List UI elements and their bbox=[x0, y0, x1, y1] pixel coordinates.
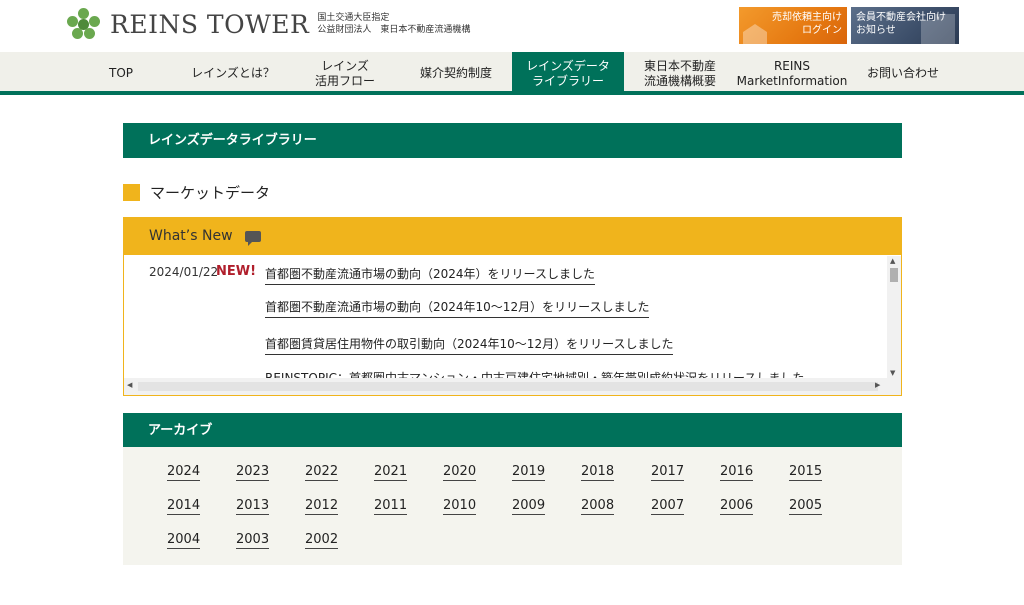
archive-year-2021[interactable]: 2021 bbox=[374, 464, 408, 481]
square-marker-icon bbox=[123, 184, 140, 201]
scroll-left-arrow-icon[interactable]: ◀ bbox=[127, 381, 132, 389]
nav-contact-label: お問い合わせ bbox=[866, 66, 939, 80]
global-nav: TOP レインズとは？ レインズ 活用フロー 媒介契約制度 レインズデータ ライブラ… bbox=[0, 52, 1024, 95]
archive-heading: アーカイブ bbox=[123, 413, 902, 448]
nav-data-library-line1: レインズデータ bbox=[526, 58, 610, 73]
archive-year-2013[interactable]: 2013 bbox=[236, 498, 270, 515]
nav-brokerage-contract[interactable]: 媒介契約制度 bbox=[406, 52, 506, 95]
seller-login-button[interactable]: 売却依頼主向け ログイン bbox=[739, 7, 847, 44]
new-badge: NEW! bbox=[216, 264, 257, 279]
archive-year-2014[interactable]: 2014 bbox=[167, 498, 201, 515]
nav-organization-overview-line2: 流通機構概要 bbox=[643, 73, 716, 88]
archive-year-2002[interactable]: 2002 bbox=[305, 532, 339, 549]
nav-about-reins-label: レインズとは？ bbox=[191, 66, 275, 80]
archive-year-2011[interactable]: 2011 bbox=[374, 498, 408, 515]
seller-login-line1: 売却依頼主向け bbox=[772, 12, 842, 23]
nav-about-reins[interactable]: レインズとは？ bbox=[180, 52, 286, 95]
house-illustration-icon bbox=[743, 24, 767, 44]
archive-year-2007[interactable]: 2007 bbox=[651, 498, 685, 515]
scroll-right-arrow-icon[interactable]: ▶ bbox=[875, 381, 880, 389]
archive-year-2004[interactable]: 2004 bbox=[167, 532, 201, 549]
archive-year-2015[interactable]: 2015 bbox=[789, 464, 823, 481]
whats-new-panel: What’s New 2024/01/22 NEW! 首都圏不動産流通市場の動向… bbox=[123, 217, 902, 396]
archive-year-2016[interactable]: 2016 bbox=[720, 464, 754, 481]
member-notice-line2: お知らせ bbox=[856, 25, 896, 36]
seller-login-line2: ログイン bbox=[802, 25, 842, 36]
archive-year-2020[interactable]: 2020 bbox=[443, 464, 477, 481]
news-link-reins-topic[interactable]: REINSTOPIC：首都圏中古マンション・中古戸建住宅地域別・築年帯別成約状況… bbox=[265, 369, 804, 378]
nav-organization-overview-line1: 東日本不動産 bbox=[643, 58, 716, 73]
member-notice-line1: 会員不動産会社向け bbox=[856, 12, 946, 23]
nav-top-label: TOP bbox=[108, 66, 133, 80]
site-header: REINS TOWER 国土交通大臣指定 公益財団法人 東日本不動産流通機構 売… bbox=[0, 0, 1024, 52]
archive-year-2019[interactable]: 2019 bbox=[512, 464, 546, 481]
news-link-rental-2024-q4[interactable]: 首都圏賃貸居住用物件の取引動向（2024年10～12月）をリリースしました bbox=[265, 335, 674, 355]
news-list[interactable]: 2024/01/22 NEW! 首都圏不動産流通市場の動向（2024年）をリリー… bbox=[124, 256, 887, 378]
nav-top[interactable]: TOP bbox=[94, 52, 148, 95]
organization-name: 国土交通大臣指定 公益財団法人 東日本不動産流通機構 bbox=[317, 12, 470, 36]
archive-year-2023[interactable]: 2023 bbox=[236, 464, 270, 481]
organization-sub-line1: 国土交通大臣指定 bbox=[317, 13, 390, 23]
site-name: REINS TOWER bbox=[110, 9, 310, 39]
member-notice-button[interactable]: 会員不動産会社向け お知らせ bbox=[851, 7, 959, 44]
nav-data-library[interactable]: レインズデータ ライブラリー bbox=[512, 52, 624, 95]
site-logo[interactable]: REINS TOWER 国土交通大臣指定 公益財団法人 東日本不動産流通機構 bbox=[64, 8, 470, 40]
logo-mark-icon bbox=[64, 8, 104, 40]
nav-market-information-line1: REINS bbox=[773, 58, 811, 73]
archive-year-list: 2024 2023 2022 2021 2020 2019 2018 2017 … bbox=[123, 447, 902, 565]
nav-market-information-line2: MarketInformation bbox=[736, 73, 848, 88]
whats-new-header: What’s New bbox=[124, 218, 901, 255]
organization-sub-line2: 公益財団法人 東日本不動産流通機構 bbox=[317, 25, 471, 35]
nav-usage-flow-line1: レインズ bbox=[321, 58, 369, 73]
archive-year-2024[interactable]: 2024 bbox=[167, 464, 201, 481]
news-horizontal-scrollbar[interactable]: ◀ ▶ bbox=[124, 378, 901, 395]
archive-year-2003[interactable]: 2003 bbox=[236, 532, 270, 549]
archive-year-2009[interactable]: 2009 bbox=[512, 498, 546, 515]
news-vertical-scrollbar[interactable]: ▲ ▼ bbox=[887, 256, 901, 378]
archive-year-2017[interactable]: 2017 bbox=[651, 464, 685, 481]
news-vertical-scroll-thumb[interactable] bbox=[890, 268, 898, 282]
nav-market-information[interactable]: REINS MarketInformation bbox=[734, 52, 850, 95]
archive-year-2006[interactable]: 2006 bbox=[720, 498, 754, 515]
news-link-market-2024-q4[interactable]: 首都圏不動産流通市場の動向（2024年10～12月）をリリースしました bbox=[265, 298, 650, 318]
archive-year-2010[interactable]: 2010 bbox=[443, 498, 477, 515]
scroll-down-arrow-icon[interactable]: ▼ bbox=[890, 369, 895, 377]
nav-contact[interactable]: お問い合わせ bbox=[856, 52, 950, 95]
nav-brokerage-contract-label: 媒介契約制度 bbox=[419, 66, 492, 80]
news-date: 2024/01/22 bbox=[149, 265, 219, 279]
archive-year-2018[interactable]: 2018 bbox=[581, 464, 615, 481]
nav-usage-flow[interactable]: レインズ 活用フロー bbox=[300, 52, 390, 95]
section-title-text: マーケットデータ bbox=[150, 184, 271, 202]
section-title-market-data: マーケットデータ bbox=[123, 182, 270, 203]
scroll-up-arrow-icon[interactable]: ▲ bbox=[890, 257, 895, 265]
archive-year-2022[interactable]: 2022 bbox=[305, 464, 339, 481]
news-link-market-2024[interactable]: 首都圏不動産流通市場の動向（2024年）をリリースしました bbox=[265, 265, 595, 285]
speech-bubble-icon bbox=[244, 231, 261, 246]
archive-year-2008[interactable]: 2008 bbox=[581, 498, 615, 515]
news-horizontal-scroll-thumb[interactable] bbox=[138, 382, 878, 391]
archive-year-2012[interactable]: 2012 bbox=[305, 498, 339, 515]
whats-new-title: What’s New bbox=[149, 228, 233, 244]
nav-data-library-line2: ライブラリー bbox=[531, 73, 604, 88]
page-title: レインズデータライブラリー bbox=[123, 123, 902, 158]
nav-organization-overview[interactable]: 東日本不動産 流通機構概要 bbox=[632, 52, 728, 95]
archive-year-2005[interactable]: 2005 bbox=[789, 498, 823, 515]
nav-usage-flow-line2: 活用フロー bbox=[314, 73, 375, 88]
